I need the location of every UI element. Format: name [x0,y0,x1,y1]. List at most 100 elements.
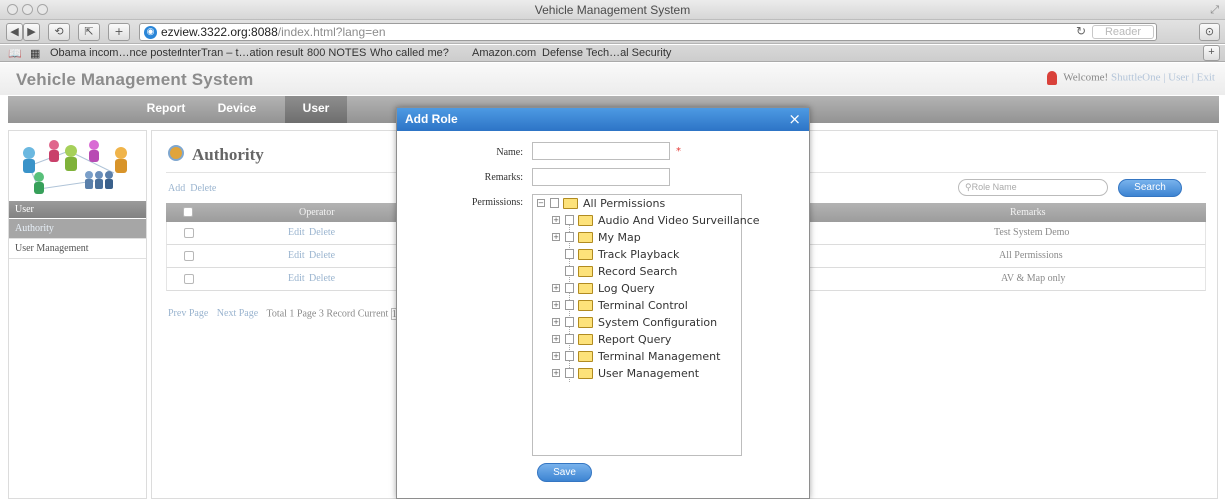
tree-node[interactable]: + Report Query [552,331,740,348]
tree-node-root[interactable]: − All Permissions [537,195,737,212]
tree-node[interactable]: + My Map [552,229,740,246]
folder-icon [578,249,593,260]
back-button[interactable]: ◀ [6,23,23,41]
add-bookmark-button[interactable]: + [1203,45,1220,61]
bookmark-item[interactable]: Obama incom…nce poster [50,47,181,59]
forward-button[interactable]: ▶ [23,23,40,41]
tree-checkbox[interactable] [565,317,574,327]
bookmark-item[interactable]: Amazon.com [472,47,536,59]
search-button[interactable]: Search [1118,179,1182,197]
reading-list-icon[interactable]: 📖 [8,47,22,60]
close-icon[interactable]: × [788,110,801,128]
tree-node[interactable]: Record Search [552,263,740,280]
edit-link[interactable]: Edit [288,268,305,290]
remarks-field[interactable] [532,168,670,186]
dialog-title: Add Role [405,112,458,126]
nav-device[interactable]: Device [197,96,277,123]
tree-checkbox[interactable] [550,198,559,208]
history-button[interactable]: ⟲ [48,23,70,41]
permissions-tree[interactable]: − All Permissions + Audio And Video Surv… [532,194,760,456]
row-checkbox[interactable] [184,274,194,284]
folder-icon [578,368,593,379]
user-icon [1047,71,1058,85]
address-bar[interactable]: ◉ ezview.3322.org:8088/index.html?lang=e… [139,23,1157,41]
tree-checkbox[interactable] [565,232,574,242]
pagination: Prev Page Next Page Total 1 Page 3 Recor… [168,308,397,320]
delete-row-link[interactable]: Delete [309,268,335,290]
people-illustration-icon [23,140,127,194]
bookmark-item[interactable]: InterTran – t…ation result [179,47,303,59]
collapse-icon[interactable]: − [537,199,545,207]
add-link[interactable]: Add [168,183,185,194]
downloads-button[interactable]: ⊙ [1199,23,1220,41]
expand-icon[interactable]: + [552,369,560,377]
tree-checkbox[interactable] [565,215,574,225]
expand-icon[interactable]: + [552,216,560,224]
permissions-label: Permissions: [471,197,523,208]
expand-icon[interactable]: + [552,284,560,292]
bookmark-item[interactable]: Who called me? [370,47,449,59]
edit-link[interactable]: Edit [288,245,305,267]
share-button[interactable]: ⇱ [78,23,100,41]
folder-icon [578,317,593,328]
sidebar-item-authority[interactable]: Authority [9,219,146,239]
bookmark-item[interactable]: Defense Tech…al Security [542,47,671,59]
tree-checkbox[interactable] [565,266,574,276]
tree-node[interactable]: + Log Query [552,280,740,297]
tree-checkbox[interactable] [565,334,574,344]
exit-link[interactable]: Exit [1197,72,1215,84]
tree-node[interactable]: + Terminal Control [552,297,740,314]
tree-checkbox[interactable] [565,368,574,378]
reload-icon[interactable]: ↻ [1076,24,1086,38]
next-page-link[interactable]: Next Page [217,308,258,319]
username-link[interactable]: ShuttleOne [1111,72,1161,84]
delete-link[interactable]: Delete [190,183,216,194]
fullscreen-icon[interactable]: ⤢ [1210,3,1219,17]
authority-icon [168,145,184,161]
browser-toolbar: ◀ ▶ ⟲ ⇱ + ◉ ezview.3322.org:8088/index.h… [0,20,1225,44]
expand-icon[interactable]: + [552,301,560,309]
tree-node[interactable]: + User Management [552,365,740,382]
delete-row-link[interactable]: Delete [309,222,335,244]
open-folder-icon [563,198,578,209]
reader-button[interactable]: Reader [1092,25,1154,39]
tree-checkbox[interactable] [565,283,574,293]
tree-node[interactable]: + Audio And Video Surveillance [552,212,760,229]
expand-icon[interactable]: + [552,335,560,343]
action-links: Add Delete [168,183,216,194]
prev-page-link[interactable]: Prev Page [168,308,208,319]
nav-user[interactable]: User [285,96,347,123]
edit-link[interactable]: Edit [288,222,305,244]
top-sites-icon[interactable]: ▦ [30,47,40,60]
tree-node[interactable]: + Terminal Management [552,348,740,365]
tree-node[interactable]: + System Configuration [552,314,740,331]
tree-node[interactable]: Track Playback [552,246,740,263]
row-checkbox[interactable] [184,228,194,238]
sidebar-item-user-management[interactable]: User Management [9,239,146,259]
tree-checkbox[interactable] [565,351,574,361]
new-tab-button[interactable]: + [108,23,130,41]
tree-checkbox[interactable] [565,249,574,259]
name-field[interactable] [532,142,670,160]
expand-icon[interactable]: + [552,352,560,360]
user-link[interactable]: User [1168,72,1189,84]
expand-icon[interactable]: + [552,233,560,241]
row-checkbox[interactable] [184,251,194,261]
plus-icon: + [114,25,124,38]
bookmark-item[interactable]: 800 NOTES [307,47,366,59]
delete-row-link[interactable]: Delete [309,245,335,267]
expand-icon[interactable]: + [552,318,560,326]
remarks-label: Remarks: [484,172,523,183]
url-text[interactable]: ezview.3322.org:8088/index.html?lang=en [161,25,386,39]
folder-icon [578,351,593,362]
nav-report[interactable]: Report [135,96,197,123]
save-button[interactable]: Save [537,463,592,482]
role-search-input[interactable]: ⚲Role Name [958,179,1108,196]
column-header-remarks: Remarks [1010,207,1046,218]
total-records: 3 Record [318,308,356,320]
folder-icon [578,232,593,243]
select-all-checkbox[interactable] [183,207,193,217]
bookmarks-bar: 📖 ▦ Obama incom…nce poster InterTran – t… [0,45,1225,62]
share-icon: ⇱ [84,25,94,38]
tree-checkbox[interactable] [565,300,574,310]
